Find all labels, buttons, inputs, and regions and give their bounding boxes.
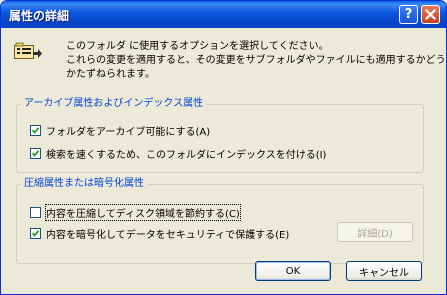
description-line: これらの変更を適用すると、その変更をサブフォルダやファイルにも適用するかどう: [66, 55, 446, 66]
help-button[interactable]: ?: [399, 5, 418, 24]
title-bar[interactable]: 属性の詳細 ?: [1, 1, 446, 28]
encrypt-checkbox-row[interactable]: 内容を暗号化してデータをセキュリティで保護する(E): [30, 226, 289, 241]
compress-group-title: 圧縮属性または暗号化属性: [21, 177, 147, 191]
close-button[interactable]: [421, 5, 440, 24]
description-line: かたずねられます。: [66, 69, 155, 80]
compress-checkbox[interactable]: [30, 207, 41, 218]
encrypt-checkbox-label: 内容を暗号化してデータをセキュリティで保護する(E): [46, 230, 290, 241]
help-icon: ?: [404, 7, 413, 22]
archive-index-group: アーカイブ属性およびインデックス属性 フォルダをアーカイブ可能にする(A) 検索…: [16, 97, 424, 173]
check-icon: [31, 230, 40, 237]
folder-options-icon: [14, 42, 42, 59]
archive-checkbox-row[interactable]: フォルダをアーカイブ可能にする(A): [30, 123, 210, 138]
index-checkbox-label: 検索を速くするため、このフォルダにインデックスを付ける(I): [46, 150, 327, 161]
check-icon: [31, 150, 40, 157]
archive-checkbox[interactable]: [30, 125, 41, 136]
dialog-title: 属性の詳細: [9, 9, 70, 23]
description-text: このフォルダ に使用するオプションを選択してください。 これらの変更を適用すると…: [66, 40, 446, 82]
close-icon: [425, 9, 436, 20]
index-checkbox-row[interactable]: 検索を速くするため、このフォルダにインデックスを付ける(I): [30, 146, 326, 161]
index-checkbox[interactable]: [30, 148, 41, 159]
compress-checkbox-label: 内容を圧縮してディスク領域を節約する(C): [45, 204, 241, 221]
archive-group-title: アーカイブ属性およびインデックス属性: [21, 97, 207, 111]
dialog-window: 属性の詳細 ? このフォルダ に使用するオプションを選択してください。 これらの…: [0, 0, 447, 295]
description-line: このフォルダ に使用するオプションを選択してください。: [66, 41, 329, 52]
archive-checkbox-label: フォルダをアーカイブ可能にする(A): [46, 127, 211, 138]
compress-checkbox-row[interactable]: 内容を圧縮してディスク領域を節約する(C): [30, 204, 241, 221]
ok-button[interactable]: OK: [255, 261, 331, 281]
compress-encrypt-group: 圧縮属性または暗号化属性 内容を圧縮してディスク領域を節約する(C) 内容を暗号…: [16, 177, 424, 264]
details-button[interactable]: 詳細(D): [337, 222, 413, 242]
cancel-button[interactable]: キャンセル: [346, 261, 422, 281]
dialog-body: このフォルダ に使用するオプションを選択してください。 これらの変更を適用すると…: [1, 28, 446, 294]
encrypt-checkbox[interactable]: [30, 228, 41, 239]
check-icon: [31, 127, 40, 134]
